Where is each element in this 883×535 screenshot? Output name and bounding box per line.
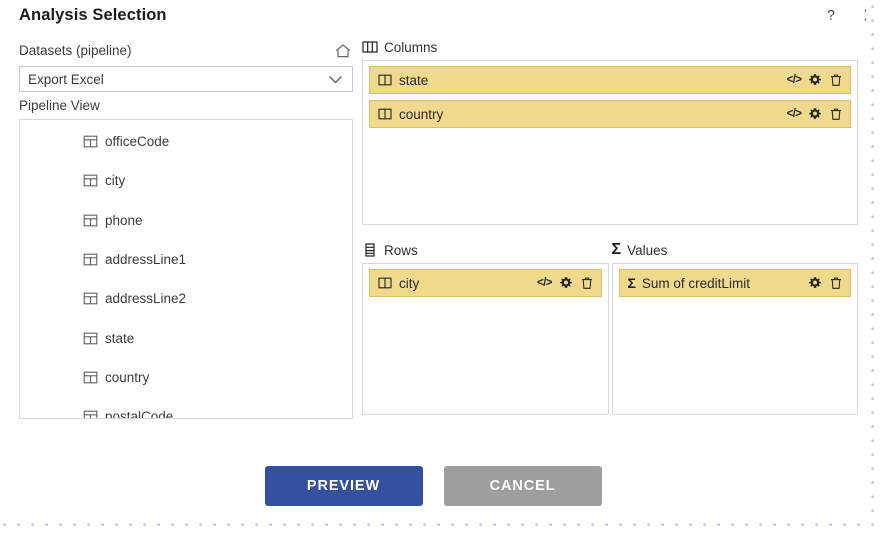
dialog-footer: PREVIEW CANCEL	[0, 466, 866, 506]
datasets-label: Datasets (pipeline)	[19, 43, 132, 58]
pipeline-view-label: Pipeline View	[19, 98, 100, 113]
column-icon	[378, 107, 392, 121]
home-icon[interactable]	[333, 41, 353, 61]
gear-icon[interactable]	[808, 107, 822, 121]
table-field-icon	[83, 370, 98, 385]
value-chip-label: Sum of creditLimit	[641, 275, 750, 291]
page-title: Analysis Selection	[19, 6, 167, 24]
list-item[interactable]: state	[20, 318, 352, 357]
sigma-icon: Σ	[611, 241, 622, 258]
trash-icon[interactable]	[580, 276, 594, 290]
list-item[interactable]: officeCode	[20, 122, 352, 161]
chip-actions: </>	[537, 276, 594, 290]
preview-button[interactable]: PREVIEW	[264, 466, 423, 506]
rows-zone-title: Rows	[384, 242, 418, 258]
dataset-select-value: Export Excel	[28, 71, 104, 87]
list-item-label: addressLine1	[105, 252, 187, 268]
trash-icon[interactable]	[829, 107, 843, 121]
field-chip-country[interactable]: country </>	[369, 100, 851, 128]
list-item-label: country	[105, 369, 150, 385]
chip-actions: </>	[787, 107, 843, 121]
rows-values-row: Rows city </> Σ Values Σ Sum of creditLi…	[362, 241, 858, 415]
list-item-label: state	[105, 330, 135, 346]
value-chip-sum-creditlimit[interactable]: Σ Sum of creditLimit	[618, 269, 851, 297]
list-item-label: postalCode	[105, 409, 174, 419]
gear-icon[interactable]	[559, 276, 573, 290]
help-icon[interactable]: ?	[818, 2, 844, 28]
rows-block: Rows city </>	[362, 241, 609, 415]
field-chip-city[interactable]: city </>	[369, 269, 602, 297]
field-chip-label: city	[399, 275, 420, 291]
dataset-select[interactable]: Export Excel	[19, 66, 353, 92]
trash-icon[interactable]	[829, 276, 843, 290]
list-item-label: city	[105, 173, 126, 189]
code-icon[interactable]: </>	[537, 276, 552, 290]
list-item[interactable]: addressLine2	[20, 279, 352, 318]
list-item[interactable]: phone	[20, 201, 352, 240]
code-icon[interactable]: </>	[787, 73, 802, 87]
columns-zone-title: Columns	[384, 39, 438, 55]
code-icon[interactable]: </>	[787, 107, 802, 121]
list-item[interactable]: country	[20, 358, 352, 397]
table-field-icon	[83, 213, 98, 228]
field-chip-state[interactable]: state </>	[369, 66, 851, 94]
list-item[interactable]: addressLine1	[20, 240, 352, 279]
cancel-button[interactable]: CANCEL	[443, 466, 602, 506]
table-field-icon	[83, 331, 98, 346]
values-zone-title: Values	[627, 242, 668, 258]
sigma-icon: Σ	[627, 275, 636, 291]
pivot-zones-pane: Columns state </> country </> Rows city …	[362, 38, 858, 415]
svg-text:?: ?	[827, 7, 835, 23]
analysis-selection-dialog: Analysis Selection ? Datasets (pipeline)…	[0, 0, 866, 518]
table-field-icon	[83, 134, 98, 149]
list-item-label: phone	[105, 212, 143, 228]
table-field-icon	[83, 252, 98, 267]
datasets-pane: Datasets (pipeline) Export Excel Pipelin…	[19, 42, 353, 419]
list-item[interactable]: city	[20, 161, 352, 200]
view-column-icon	[362, 39, 378, 55]
rows-dropzone[interactable]: city </>	[362, 263, 609, 415]
field-chip-label: state	[399, 72, 429, 88]
view-row-icon	[362, 242, 378, 258]
rows-zone-header: Rows	[362, 241, 609, 259]
columns-zone-header: Columns	[362, 38, 858, 56]
chip-actions: </>	[787, 73, 843, 87]
list-item-label: addressLine2	[105, 291, 187, 307]
table-field-icon	[83, 173, 98, 188]
values-zone-header: Σ Values	[612, 241, 859, 259]
values-dropzone[interactable]: Σ Sum of creditLimit	[611, 263, 858, 415]
close-icon[interactable]	[857, 2, 866, 28]
column-icon	[378, 276, 392, 290]
column-icon	[378, 73, 392, 87]
trash-icon[interactable]	[829, 73, 843, 87]
field-chip-label: country	[399, 106, 444, 122]
values-block: Σ Values Σ Sum of creditLimit	[611, 241, 859, 415]
dialog-titlebar: Analysis Selection ?	[0, 0, 866, 36]
list-item[interactable]: postalCode	[20, 397, 352, 419]
pipeline-view-list[interactable]: officeCode city phone addressLine1 addre…	[19, 119, 353, 419]
table-field-icon	[83, 291, 98, 306]
datasets-label-row: Datasets (pipeline)	[19, 42, 353, 62]
list-item-label: officeCode	[105, 134, 170, 150]
columns-dropzone[interactable]: state </> country </>	[362, 60, 858, 225]
chevron-down-icon	[327, 71, 344, 88]
gear-icon[interactable]	[808, 276, 822, 290]
gear-icon[interactable]	[808, 73, 822, 87]
chip-actions	[808, 276, 843, 290]
table-field-icon	[83, 409, 98, 418]
